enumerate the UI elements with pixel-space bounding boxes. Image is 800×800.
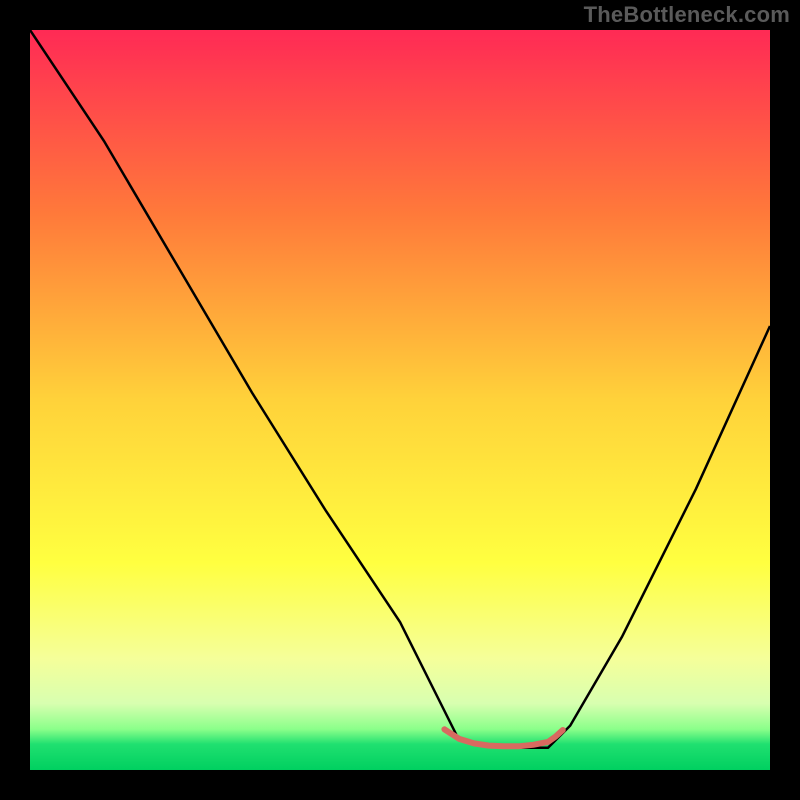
plot-area [30,30,770,770]
chart-frame: TheBottleneck.com [0,0,800,800]
chart-svg [30,30,770,770]
watermark-label: TheBottleneck.com [584,2,790,28]
gradient-background [30,30,770,770]
